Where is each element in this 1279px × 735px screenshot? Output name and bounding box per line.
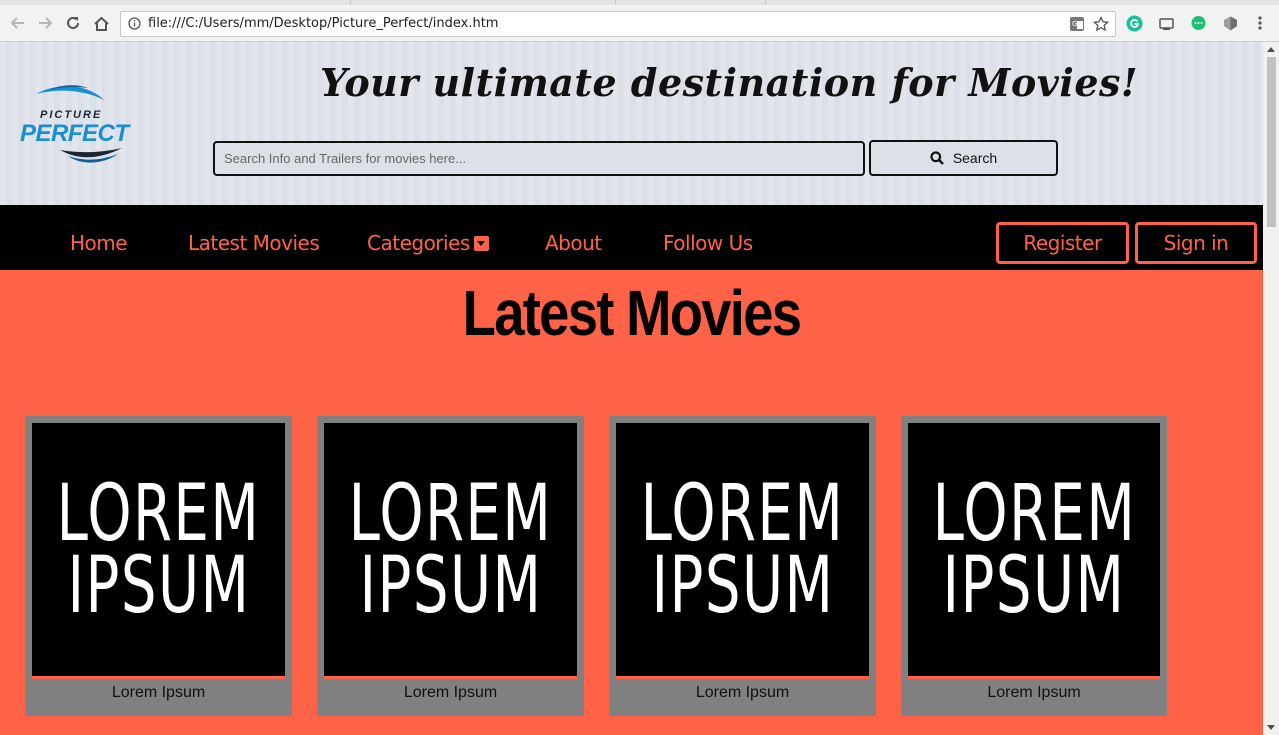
browser-toolbar: file:///C:/Users/mm/Desktop/Picture_Perf…	[0, 5, 1279, 42]
grammarly-extension-icon[interactable]	[1125, 14, 1143, 32]
movie-poster[interactable]: LOREM IPSUM	[32, 423, 285, 679]
poster-text: IPSUM	[359, 540, 542, 631]
movie-search-input[interactable]	[213, 141, 865, 176]
nav-home[interactable]: Home	[70, 231, 128, 255]
poster-text: IPSUM	[942, 540, 1126, 631]
movie-poster[interactable]: LOREM IPSUM	[616, 423, 869, 679]
home-icon[interactable]	[87, 9, 115, 37]
latest-movies-section: Latest Movies LOREM IPSUM Lorem Ipsum LO…	[0, 270, 1263, 735]
nav-categories[interactable]: Categories	[367, 231, 489, 255]
search-button-label: Search	[952, 150, 998, 166]
browser-menu-icon[interactable]	[1251, 14, 1269, 32]
logo-text-main: PERFECT	[20, 120, 131, 147]
main-nav: Home Latest Movies Categories About Foll…	[0, 205, 1263, 270]
movie-caption[interactable]: Lorem Ipsum	[25, 684, 292, 702]
chat-extension-icon[interactable]	[1189, 14, 1207, 32]
register-button[interactable]: Register	[996, 222, 1129, 264]
movie-poster[interactable]: LOREM IPSUM	[324, 423, 577, 679]
search-button[interactable]: Search	[869, 140, 1058, 176]
scroll-up-arrow-icon[interactable]	[1267, 47, 1275, 52]
poster-text: LOREM	[56, 468, 261, 559]
poster-text: IPSUM	[67, 540, 250, 631]
site-tagline: Your ultimate destination for Movies!	[320, 60, 1139, 105]
page-viewport: PICTURE PERFECT Your ultimate destinatio…	[0, 42, 1263, 735]
forward-icon[interactable]	[31, 9, 59, 37]
section-title: Latest Movies	[462, 277, 802, 349]
movie-card[interactable]: LOREM IPSUM Lorem Ipsum	[317, 416, 584, 716]
address-bar[interactable]: file:///C:/Users/mm/Desktop/Picture_Perf…	[120, 11, 1116, 37]
dropdown-caret-icon	[473, 236, 489, 251]
cast-extension-icon[interactable]	[1157, 14, 1175, 32]
movie-card[interactable]: LOREM IPSUM Lorem Ipsum	[609, 416, 876, 716]
sign-in-button[interactable]: Sign in	[1135, 222, 1257, 264]
search-icon	[930, 151, 944, 165]
svg-text:G: G	[1072, 20, 1077, 28]
movie-poster[interactable]: LOREM IPSUM	[908, 423, 1160, 679]
back-icon[interactable]	[4, 9, 32, 37]
site-header: PICTURE PERFECT Your ultimate destinatio…	[0, 42, 1263, 205]
movie-caption[interactable]: Lorem Ipsum	[901, 684, 1167, 702]
scrollbar-thumb[interactable]	[1267, 57, 1276, 227]
poster-text: IPSUM	[651, 540, 834, 631]
info-icon[interactable]	[128, 17, 141, 35]
movie-card[interactable]: LOREM IPSUM Lorem Ipsum	[25, 416, 292, 716]
nav-follow-us[interactable]: Follow Us	[663, 231, 753, 255]
bookmark-star-icon[interactable]	[1092, 15, 1110, 37]
site-logo[interactable]: PICTURE PERFECT	[18, 82, 134, 167]
scroll-down-arrow-icon[interactable]	[1267, 725, 1275, 730]
shield-extension-icon[interactable]	[1221, 14, 1239, 32]
poster-text: LOREM	[932, 468, 1136, 559]
nav-categories-label: Categories	[367, 231, 470, 255]
movie-caption[interactable]: Lorem Ipsum	[609, 684, 876, 702]
movie-caption[interactable]: Lorem Ipsum	[317, 684, 584, 702]
reload-icon[interactable]	[59, 9, 87, 37]
poster-text: LOREM	[348, 468, 553, 559]
address-url: file:///C:/Users/mm/Desktop/Picture_Perf…	[148, 16, 499, 31]
translate-icon[interactable]: G	[1069, 16, 1085, 37]
nav-about[interactable]: About	[545, 231, 602, 255]
page-scrollbar[interactable]	[1263, 42, 1279, 735]
nav-latest-movies[interactable]: Latest Movies	[188, 231, 320, 255]
poster-text: LOREM	[640, 468, 845, 559]
movie-card[interactable]: LOREM IPSUM Lorem Ipsum	[901, 416, 1167, 716]
